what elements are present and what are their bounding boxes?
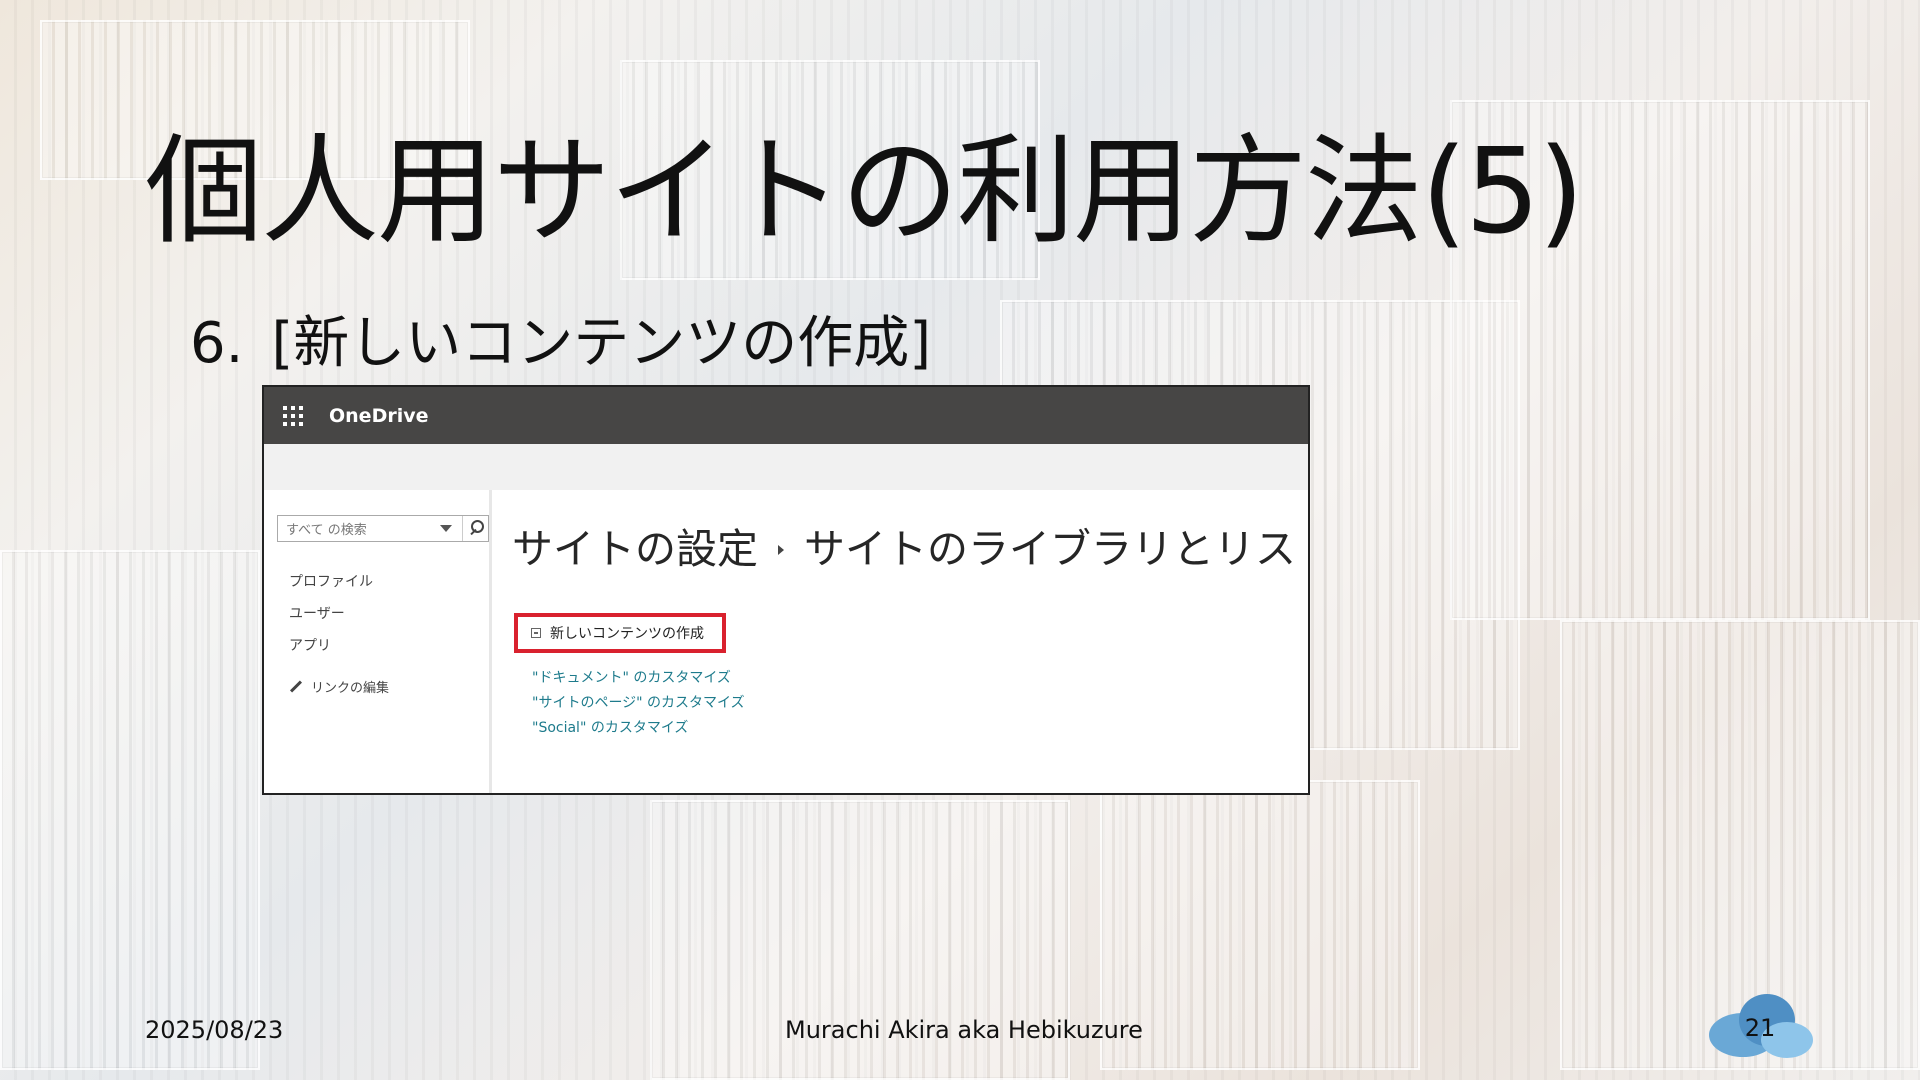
onedrive-screenshot: OneDrive すべて の検索 プロファイル ユーザー アプリ リンクの編集 …: [262, 385, 1310, 795]
pencil-icon: [289, 680, 303, 693]
breadcrumb: サイトの設定 サイトのライブラリとリスト: [512, 515, 1310, 575]
ribbon-bar: [264, 444, 1308, 490]
suite-brand[interactable]: OneDrive: [329, 405, 429, 427]
breadcrumb-current: サイトのライブラリとリスト: [804, 525, 1310, 573]
bg-crate: [1100, 780, 1420, 1070]
edit-links-button[interactable]: リンクの編集: [277, 677, 489, 696]
new-content-button[interactable]: 新しいコンテンツの作成: [514, 613, 726, 653]
page-number-badge: 21: [1705, 990, 1815, 1060]
nav-list: プロファイル ユーザー アプリ: [277, 571, 489, 667]
search-placeholder: すべて の検索: [286, 523, 367, 538]
left-navigation: すべて の検索 プロファイル ユーザー アプリ リンクの編集: [264, 490, 492, 793]
step-number: 6.: [190, 311, 244, 376]
slide-date: 2025/08/23: [145, 1016, 284, 1044]
step-text: [新しいコンテンツの作成]: [271, 311, 932, 376]
nav-item-users[interactable]: ユーザー: [289, 603, 489, 635]
nav-item-apps[interactable]: アプリ: [289, 635, 489, 667]
breadcrumb-separator-icon: [778, 545, 784, 555]
app-launcher-icon[interactable]: [283, 405, 303, 426]
chevron-down-icon[interactable]: [440, 525, 452, 532]
suite-bar: OneDrive: [264, 387, 1308, 444]
main-content: サイトの設定 サイトのライブラリとリスト 新しいコンテンツの作成 "ドキュメント…: [492, 490, 1310, 793]
customize-link-social[interactable]: "Social" のカスタマイズ: [532, 717, 1308, 742]
search-icon[interactable]: [462, 516, 488, 541]
edit-links-label: リンクの編集: [311, 681, 390, 696]
step-heading: 6. [新しいコンテンツの作成]: [190, 298, 931, 379]
customize-link-documents[interactable]: "ドキュメント" のカスタマイズ: [532, 667, 1308, 692]
page-number: 21: [1744, 1014, 1776, 1042]
customize-links: "ドキュメント" のカスタマイズ "サイトのページ" のカスタマイズ "Soci…: [512, 667, 1308, 742]
search-input[interactable]: すべて の検索: [277, 515, 489, 542]
slide-author: Murachi Akira aka Hebikuzure: [785, 1016, 1143, 1044]
new-content-label: 新しいコンテンツの作成: [550, 626, 704, 642]
customize-link-site-pages[interactable]: "サイトのページ" のカスタマイズ: [532, 692, 1308, 717]
breadcrumb-parent[interactable]: サイトの設定: [512, 515, 758, 575]
page-body: すべて の検索 プロファイル ユーザー アプリ リンクの編集 サイトの設定 サイ…: [264, 490, 1310, 793]
slide-title: 個人用サイトの利用方法(5): [145, 122, 1584, 260]
nav-item-profile[interactable]: プロファイル: [289, 571, 489, 603]
new-content-icon: [531, 628, 541, 638]
bg-crate: [0, 550, 260, 1070]
